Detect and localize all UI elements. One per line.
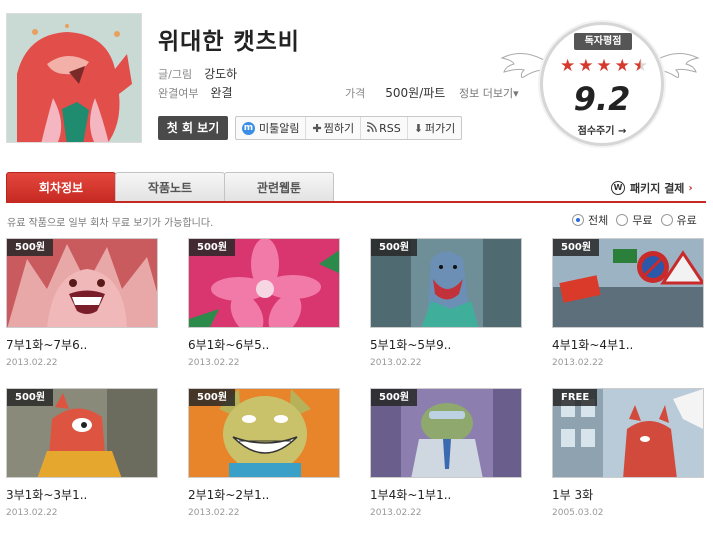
star-icon: ★ <box>614 56 630 76</box>
price-badge: 500원 <box>7 389 54 406</box>
episode-title[interactable]: 7부1화~7부6.. <box>6 336 158 353</box>
filter-paid[interactable]: 유료 <box>660 212 697 228</box>
episode-card[interactable]: 500원 1부4화~1부1.. 2013.02.22 <box>370 388 522 518</box>
price-badge: 500원 <box>553 239 600 256</box>
episode-title[interactable]: 1부 3화 <box>552 486 704 503</box>
bookmark-button[interactable]: ✚ 찜하기 <box>306 117 362 139</box>
more-info-link[interactable]: 정보 더보기▾ <box>459 85 519 101</box>
episode-thumbnail[interactable]: 500원 <box>370 238 522 328</box>
tab-episodes[interactable]: 회차정보 <box>6 172 116 202</box>
episode-card[interactable]: 500원 7부1화~7부6.. 2013.02.22 <box>6 238 158 368</box>
download-icon: ⬇ <box>413 121 423 135</box>
won-icon: W <box>611 181 625 195</box>
notify-button[interactable]: m 미툴알림 <box>236 117 307 139</box>
episode-title[interactable]: 2부1화~2부1.. <box>188 486 340 503</box>
plus-icon: ✚ <box>312 121 322 135</box>
filter-free-label: 무료 <box>632 214 653 227</box>
webtoon-title: 위대한 캣츠비 <box>158 29 300 55</box>
me2day-icon: m <box>242 121 255 135</box>
first-episode-button[interactable]: 첫 회 보기 <box>158 116 228 140</box>
episode-date: 2013.02.22 <box>188 358 240 368</box>
tab-related[interactable]: 관련웹툰 <box>224 172 334 202</box>
rss-icon <box>366 121 377 135</box>
episode-date: 2013.02.22 <box>552 358 604 368</box>
rating-score: 9.2 <box>573 80 631 118</box>
free-badge: FREE <box>553 389 598 406</box>
episode-thumbnail[interactable]: 500원 <box>188 388 340 478</box>
price-value: 500원/파트 <box>385 86 446 100</box>
episode-thumbnail[interactable]: FREE <box>552 388 704 478</box>
author-row: 글/그림 강도하 <box>158 65 237 82</box>
filter-all[interactable]: 전체 <box>572 212 608 228</box>
episode-date: 2013.02.22 <box>6 358 58 368</box>
episode-date: 2005.03.02 <box>552 508 604 518</box>
price-row: 가격 500원/파트 <box>345 84 445 101</box>
episode-thumbnail[interactable]: 500원 <box>188 238 340 328</box>
filter-radio-group: 전체 무료 유료 <box>572 212 705 228</box>
package-payment-link[interactable]: W 패키지 결제 › <box>611 180 693 196</box>
status-value: 완결 <box>210 86 233 100</box>
rss-button[interactable]: RSS <box>361 117 408 139</box>
rating-stars: ★ ★ ★ ★ ★ <box>560 58 648 75</box>
filter-paid-label: 유료 <box>676 214 697 227</box>
package-label: 패키지 결제 <box>630 182 685 195</box>
episode-thumbnail[interactable]: 500원 <box>6 388 158 478</box>
episode-thumbnail[interactable]: 500원 <box>370 388 522 478</box>
radio-all[interactable] <box>572 214 584 226</box>
episode-thumbnail[interactable]: 500원 <box>6 238 158 328</box>
episode-card[interactable]: 500원 4부1화~4부1.. 2013.02.22 <box>552 238 704 368</box>
episode-thumbnail[interactable]: 500원 <box>552 238 704 328</box>
rating-label: 독자평점 <box>574 33 632 50</box>
author-name[interactable]: 강도하 <box>204 67 237 81</box>
price-badge: 500원 <box>371 389 418 406</box>
author-label: 글/그림 <box>158 68 193 81</box>
episode-card[interactable]: 500원 3부1화~3부1.. 2013.02.22 <box>6 388 158 518</box>
episode-card[interactable]: 500원 2부1화~2부1.. 2013.02.22 <box>188 388 340 518</box>
tab-underline <box>6 201 706 203</box>
price-badge: 500원 <box>189 239 236 256</box>
price-label: 가격 <box>345 87 366 100</box>
cover-image <box>6 13 142 143</box>
bookmark-label: 찜하기 <box>323 122 355 135</box>
episode-title[interactable]: 3부1화~3부1.. <box>6 486 158 503</box>
share-button[interactable]: ⬇ 퍼가기 <box>408 117 462 139</box>
radio-free[interactable] <box>616 214 629 226</box>
left-wing-icon <box>500 53 544 78</box>
episode-date: 2013.02.22 <box>188 508 240 518</box>
episode-title[interactable]: 1부4화~1부1.. <box>370 486 522 503</box>
price-badge: 500원 <box>371 239 418 256</box>
episode-card[interactable]: 500원 5부1화~5부9.. 2013.02.22 <box>370 238 522 368</box>
filter-all-label: 전체 <box>588 214 609 227</box>
rss-label: RSS <box>379 121 401 135</box>
chevron-right-icon: › <box>688 182 693 194</box>
status-label: 완결여부 <box>158 87 199 100</box>
episode-title[interactable]: 4부1화~4부1.. <box>552 336 704 353</box>
action-toolbar: m 미툴알림 ✚ 찜하기 RSS ⬇ 퍼가기 <box>235 116 463 140</box>
give-score-button[interactable]: 점수주기 → <box>543 122 661 137</box>
star-icon: ★ <box>578 56 594 76</box>
price-badge: 500원 <box>7 239 54 256</box>
episode-date: 2013.02.22 <box>370 508 422 518</box>
price-badge: 500원 <box>189 389 236 406</box>
episode-title[interactable]: 5부1화~5부9.. <box>370 336 522 353</box>
star-icon: ★ <box>632 56 648 76</box>
radio-paid[interactable] <box>660 214 673 226</box>
reader-rating-badge: 독자평점 ★ ★ ★ ★ ★ 9.2 점수주기 → <box>540 22 664 146</box>
content-tabs: 회차정보 작품노트 관련웹툰 <box>6 172 334 202</box>
episode-date: 2013.02.22 <box>6 508 58 518</box>
share-label: 퍼가기 <box>424 122 456 135</box>
episode-card[interactable]: 500원 6부1화~6부5.. 2013.02.22 <box>188 238 340 368</box>
star-icon: ★ <box>560 56 576 76</box>
episode-title[interactable]: 6부1화~6부5.. <box>188 336 340 353</box>
episode-card[interactable]: FREE 1부 3화 2005.03.02 <box>552 388 704 518</box>
status-row: 완결여부 완결 <box>158 84 233 101</box>
free-notice: 유료 작품으로 일부 회차 무료 보기가 가능합니다. <box>7 218 214 229</box>
filter-free[interactable]: 무료 <box>616 212 653 228</box>
tab-notes[interactable]: 작품노트 <box>115 172 225 202</box>
star-icon: ★ <box>596 56 612 76</box>
notify-label: 미툴알림 <box>259 122 300 135</box>
episode-date: 2013.02.22 <box>370 358 422 368</box>
